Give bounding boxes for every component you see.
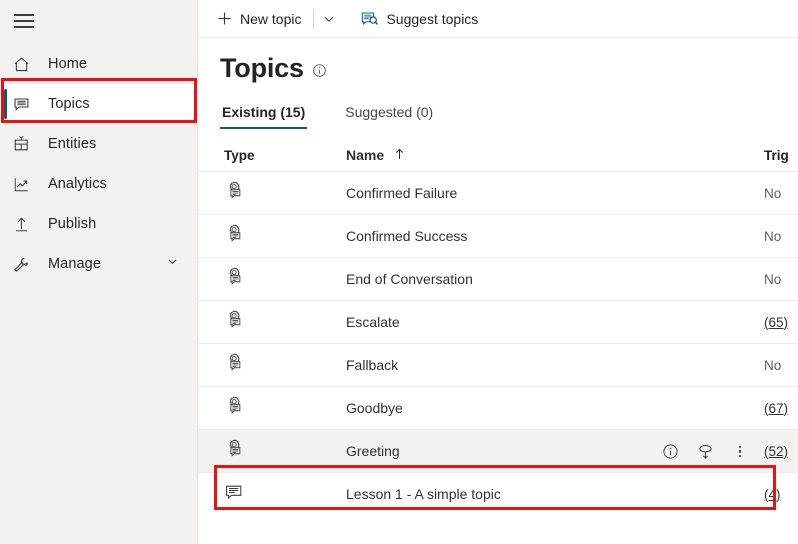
tab-suggested-label: Suggested (0) — [345, 104, 433, 120]
tab-existing-label: Existing (15) — [222, 104, 305, 120]
more-options-kebab-icon[interactable] — [730, 442, 750, 462]
sidebar-nav: Home Topics — [0, 42, 197, 284]
trigger-phrases-link[interactable]: (67) — [764, 401, 788, 416]
row-name-cell: Confirmed Failure — [346, 185, 764, 201]
system-topic-icon — [224, 395, 245, 421]
test-topic-bubble-down-arrow-icon[interactable] — [695, 442, 715, 462]
row-name-cell: Escalate — [346, 314, 764, 330]
table-row[interactable]: Escalate (65) — [198, 300, 798, 343]
row-action-group — [660, 430, 750, 473]
page-title-row: Topics — [198, 38, 798, 84]
sidebar-item-label: Entities — [48, 136, 96, 152]
column-header-trigger-phrases[interactable]: Trig — [764, 148, 798, 163]
publish-icon — [12, 213, 38, 235]
suggest-topics-button[interactable]: Suggest topics — [354, 3, 484, 35]
table-row[interactable]: Lesson 1 - A simple topic (4) — [198, 472, 798, 515]
row-trigger-cell: No — [764, 186, 798, 201]
suggest-topics-label: Suggest topics — [386, 11, 478, 27]
row-trigger-cell: (4) — [764, 487, 798, 502]
new-topic-chevron-down-icon[interactable] — [316, 4, 342, 34]
row-name-cell: Lesson 1 - A simple topic — [346, 486, 764, 502]
system-topic-icon — [224, 180, 245, 206]
table-header-row: Type Name Trig — [198, 139, 798, 171]
sidebar-item-label: Manage — [48, 256, 101, 272]
sidebar-item-label: Publish — [48, 216, 96, 232]
app-root: Home Topics — [0, 0, 798, 544]
command-bar-divider — [313, 9, 314, 29]
tab-bar: Existing (15) Suggested (0) — [198, 97, 798, 129]
table-row[interactable]: Confirmed Failure No — [198, 171, 798, 214]
table-row[interactable]: Goodbye (67) — [198, 386, 798, 429]
sidebar-header — [0, 0, 197, 42]
row-type-cell — [224, 482, 346, 507]
row-name-cell: Confirmed Success — [346, 228, 764, 244]
page-title: Topics — [220, 52, 304, 84]
table-row[interactable]: End of Conversation No — [198, 257, 798, 300]
table-row[interactable]: Confirmed Success No — [198, 214, 798, 257]
plus-icon — [216, 10, 233, 27]
chevron-down-icon[interactable] — [166, 255, 179, 273]
row-name-cell: End of Conversation — [346, 271, 764, 287]
system-topic-icon — [224, 223, 245, 249]
tab-existing[interactable]: Existing (15) — [220, 104, 307, 129]
system-topic-icon — [224, 266, 245, 292]
topics-icon — [12, 93, 38, 115]
sidebar-item-publish[interactable]: Publish — [0, 204, 197, 244]
home-icon — [12, 53, 38, 75]
system-topic-icon — [224, 438, 245, 464]
sidebar-item-analytics[interactable]: Analytics — [0, 164, 197, 204]
sidebar-item-label: Home — [48, 56, 87, 72]
sidebar-item-manage[interactable]: Manage — [0, 244, 197, 284]
suggest-topics-icon — [360, 10, 379, 28]
table-row-greeting[interactable]: Greeting — [198, 429, 798, 472]
column-header-name-label: Name — [346, 147, 384, 163]
new-topic-button[interactable]: New topic — [210, 3, 307, 35]
sidebar-item-label: Topics — [48, 96, 90, 112]
selection-indicator-bar — [4, 89, 7, 119]
column-header-type[interactable]: Type — [224, 148, 346, 163]
tab-suggested[interactable]: Suggested (0) — [343, 104, 435, 129]
topics-table: Type Name Trig — [198, 139, 798, 515]
main-content: New topic Suggest topics — [198, 0, 798, 544]
sidebar-item-label: Analytics — [48, 176, 107, 192]
row-trigger-cell: No — [764, 229, 798, 244]
analytics-icon — [12, 173, 38, 195]
sidebar-item-home[interactable]: Home — [0, 44, 197, 84]
table-row[interactable]: Fallback No — [198, 343, 798, 386]
trigger-phrases-link[interactable]: (52) — [764, 444, 788, 459]
row-trigger-cell: (52) — [764, 444, 798, 459]
row-type-cell — [224, 438, 346, 464]
new-topic-label: New topic — [240, 11, 301, 27]
hamburger-menu-icon[interactable] — [14, 14, 34, 28]
row-type-cell — [224, 395, 346, 421]
details-info-icon[interactable] — [660, 442, 680, 462]
trigger-phrases-link[interactable]: (4) — [764, 487, 781, 502]
row-trigger-cell: (67) — [764, 401, 798, 416]
row-trigger-cell: No — [764, 272, 798, 287]
command-bar: New topic Suggest topics — [198, 0, 798, 38]
row-trigger-cell: (65) — [764, 315, 798, 330]
row-type-cell — [224, 309, 346, 335]
sidebar-item-topics[interactable]: Topics — [0, 84, 197, 124]
system-topic-icon — [224, 352, 245, 378]
sort-ascending-arrow-icon — [394, 147, 405, 163]
system-topic-icon — [224, 309, 245, 335]
row-trigger-cell: No — [764, 358, 798, 373]
sidebar-item-entities[interactable]: Entities — [0, 124, 197, 164]
user-topic-icon — [224, 482, 244, 507]
entities-icon — [12, 133, 38, 155]
row-name-cell: Goodbye — [346, 400, 764, 416]
row-name-cell: Fallback — [346, 357, 764, 373]
info-icon[interactable] — [312, 63, 327, 78]
row-type-cell — [224, 352, 346, 378]
manage-icon — [12, 253, 38, 275]
row-type-cell — [224, 223, 346, 249]
column-header-name[interactable]: Name — [346, 147, 764, 163]
sidebar: Home Topics — [0, 0, 198, 544]
trigger-phrases-link[interactable]: (65) — [764, 315, 788, 330]
row-type-cell — [224, 266, 346, 292]
row-type-cell — [224, 180, 346, 206]
